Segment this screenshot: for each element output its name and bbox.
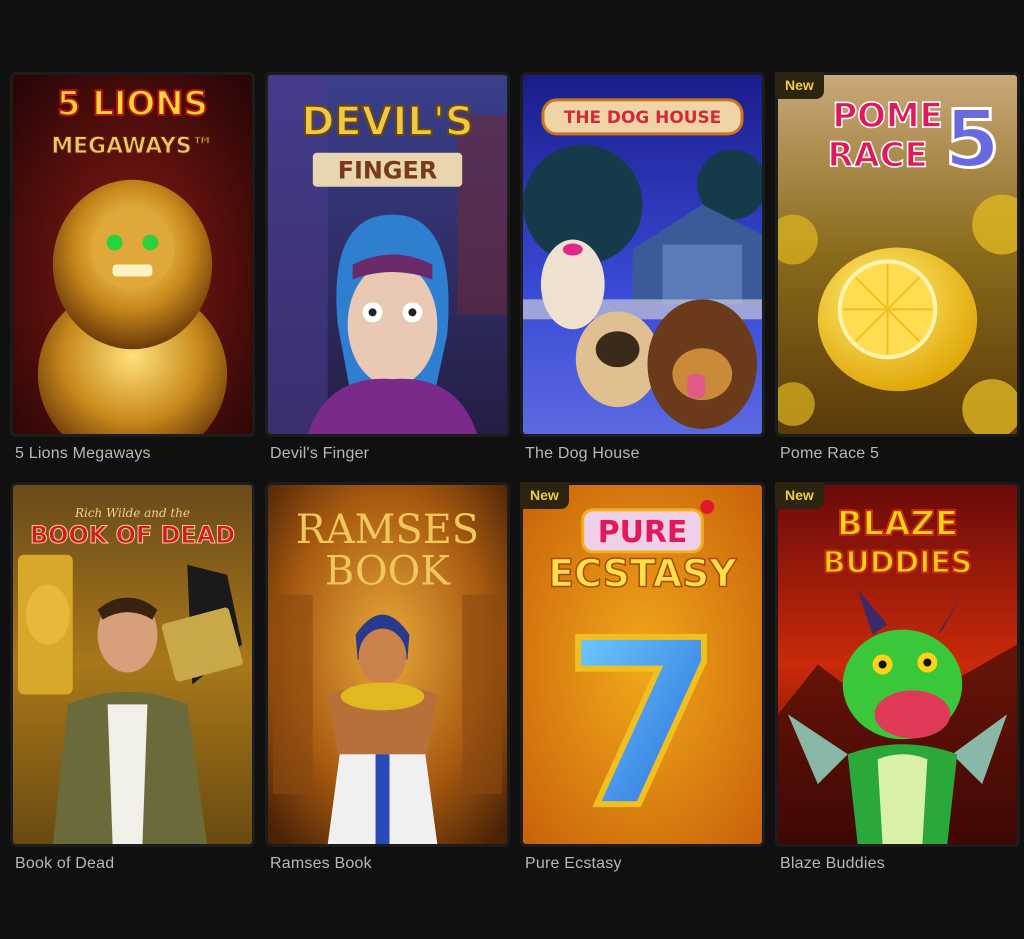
game-tile-5-lions-megaways[interactable]: 5 LIONS MEGAWAYS™ 5 Lions Megaways xyxy=(10,72,255,482)
game-art-subtitle: ECSTASY xyxy=(548,552,737,596)
new-badge: New xyxy=(775,482,824,509)
game-art: DEVIL'S FINGER xyxy=(268,75,507,434)
game-art-title: Rich Wilde and the xyxy=(74,506,190,520)
game-thumbnail[interactable]: 5 LIONS MEGAWAYS™ xyxy=(10,72,255,437)
game-art: 5 LIONS MEGAWAYS™ xyxy=(13,75,252,434)
game-title[interactable]: Devil's Finger xyxy=(270,445,369,463)
game-tile-pome-race-5[interactable]: New POME RACE 5 Pome Race 5 xyxy=(775,72,1020,482)
game-title[interactable]: The Dog House xyxy=(525,445,640,463)
game-art-title: PURE xyxy=(598,515,688,550)
game-tile-ramses-book[interactable]: RAMSES BOOK Ramses Book xyxy=(265,482,510,892)
game-thumbnail[interactable]: Rich Wilde and the BOOK OF DEAD xyxy=(10,482,255,847)
game-art-subtitle: BUDDIES xyxy=(823,546,973,581)
game-thumbnail[interactable]: POME RACE 5 xyxy=(775,72,1020,437)
game-tile-devils-finger[interactable]: DEVIL'S FINGER Devil's Finger xyxy=(265,72,510,482)
game-art-subtitle: BOOK xyxy=(325,549,451,595)
new-badge: New xyxy=(520,482,569,509)
game-art-subtitle: FINGER xyxy=(338,157,438,185)
game-grid: 5 LIONS MEGAWAYS™ 5 Lions Megaways DEVIL… xyxy=(10,72,1020,892)
game-art-title: 5 LIONS xyxy=(57,84,208,123)
game-art: Rich Wilde and the BOOK OF DEAD xyxy=(13,485,252,844)
game-title[interactable]: 5 Lions Megaways xyxy=(15,445,151,463)
game-art-number: 7 xyxy=(563,592,722,844)
game-title[interactable]: Book of Dead xyxy=(15,855,114,873)
game-art-subtitle: RACE xyxy=(827,136,927,175)
game-art-title: RAMSES xyxy=(296,507,479,553)
game-art-title: DEVIL'S xyxy=(301,99,473,145)
game-title[interactable]: Pome Race 5 xyxy=(780,445,879,463)
game-title[interactable]: Ramses Book xyxy=(270,855,372,873)
game-art: BLAZE BUDDIES xyxy=(778,485,1017,844)
game-art: PURE ECSTASY 7 xyxy=(523,485,762,844)
game-thumbnail[interactable]: PURE ECSTASY 7 xyxy=(520,482,765,847)
game-art-subtitle: MEGAWAYS™ xyxy=(51,134,213,159)
game-art-title: THE DOG HOUSE xyxy=(564,107,721,127)
game-title[interactable]: Pure Ecstasy xyxy=(525,855,622,873)
game-tile-blaze-buddies[interactable]: New BLAZE BUDDIES Blaze Buddies xyxy=(775,482,1020,892)
game-thumbnail[interactable]: THE DOG HOUSE xyxy=(520,72,765,437)
game-art-title: BLAZE xyxy=(837,504,958,543)
game-tile-pure-ecstasy[interactable]: New PURE ECSTASY 7 Pure Ecstasy xyxy=(520,482,765,892)
game-title[interactable]: Blaze Buddies xyxy=(780,855,885,873)
game-tile-book-of-dead[interactable]: Rich Wilde and the BOOK OF DEAD Book of … xyxy=(10,482,255,892)
game-art: POME RACE 5 xyxy=(778,75,1017,434)
game-thumbnail[interactable]: DEVIL'S FINGER xyxy=(265,72,510,437)
new-badge: New xyxy=(775,72,824,99)
game-art: THE DOG HOUSE xyxy=(523,75,762,434)
game-art-number: 5 xyxy=(944,93,999,186)
game-thumbnail[interactable]: RAMSES BOOK xyxy=(265,482,510,847)
game-art: RAMSES BOOK xyxy=(268,485,507,844)
game-thumbnail[interactable]: BLAZE BUDDIES xyxy=(775,482,1020,847)
game-art-subtitle: BOOK OF DEAD xyxy=(30,521,235,549)
game-tile-the-dog-house[interactable]: THE DOG HOUSE The Dog House xyxy=(520,72,765,482)
game-art-title: POME xyxy=(832,96,942,135)
